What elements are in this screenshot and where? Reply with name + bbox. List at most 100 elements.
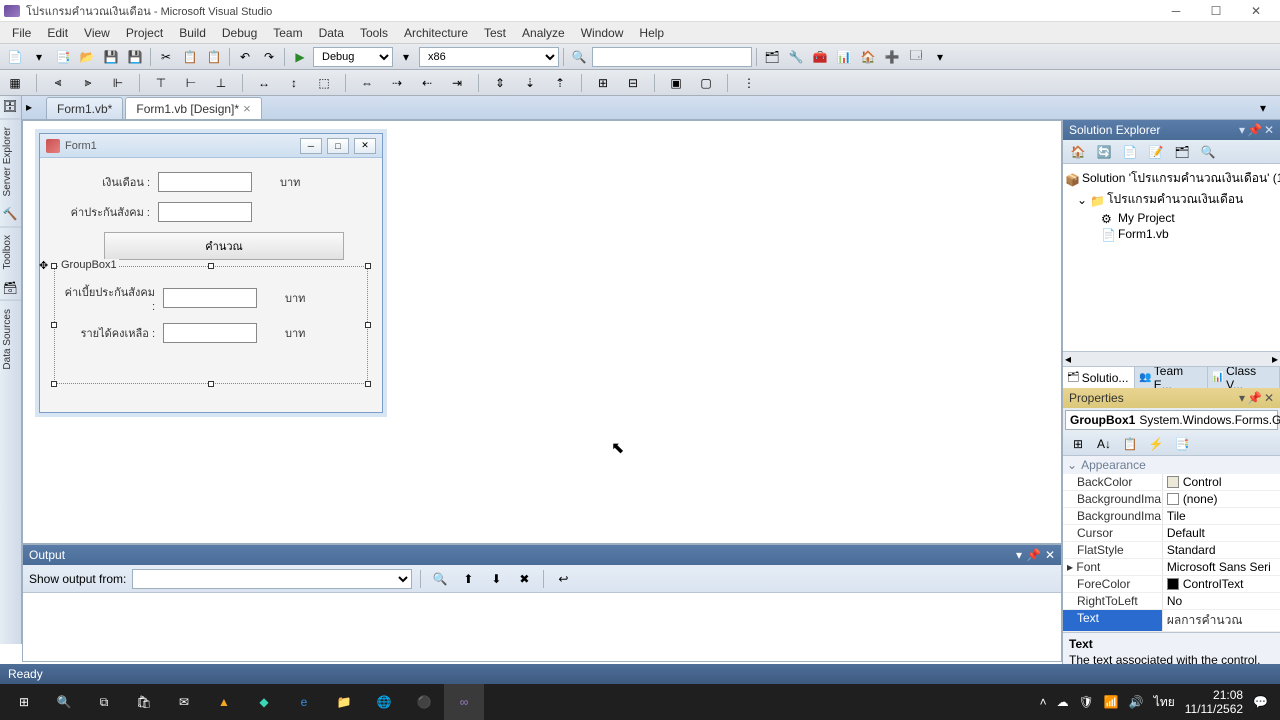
tray-onedrive-icon[interactable]: ☁ xyxy=(1057,695,1069,709)
prev-icon[interactable]: ⬆ xyxy=(457,568,479,590)
refresh-icon[interactable]: 📄 xyxy=(1119,141,1141,163)
store-icon[interactable]: 🛍 xyxy=(124,684,164,720)
show-all-icon[interactable]: 🔄 xyxy=(1093,141,1115,163)
dropdown-icon[interactable]: ▾ xyxy=(28,46,50,68)
vspace-equal-icon[interactable]: ⇕ xyxy=(489,72,511,94)
redo-icon[interactable]: ↷ xyxy=(258,46,280,68)
undo-icon[interactable]: ↶ xyxy=(234,46,256,68)
window-icon[interactable]: 🗔 xyxy=(905,46,927,68)
menu-window[interactable]: Window xyxy=(573,24,632,42)
same-width-icon[interactable]: ↔ xyxy=(253,72,275,94)
data-sources-icon[interactable]: 🗃 xyxy=(3,281,19,297)
tab-form-code[interactable]: Form1.vb* xyxy=(46,97,123,119)
textbox-salary[interactable] xyxy=(158,172,252,192)
menu-tools[interactable]: Tools xyxy=(352,24,396,42)
properties-object-selector[interactable]: GroupBox1 System.Windows.Forms.Gro ▾ xyxy=(1065,410,1278,430)
config-combo[interactable]: Debug xyxy=(313,47,393,67)
property-row[interactable]: CursorDefault xyxy=(1063,525,1280,542)
pin-icon[interactable]: 📌 xyxy=(1247,391,1262,405)
events-icon[interactable]: ⚡ xyxy=(1145,433,1167,455)
vs-icon[interactable]: ∞ xyxy=(444,684,484,720)
dropdown-icon[interactable]: ▾ xyxy=(1016,548,1022,562)
platform-combo[interactable]: x86 xyxy=(419,47,559,67)
close-panel-icon[interactable]: ✕ xyxy=(1045,548,1055,562)
task-view-icon[interactable]: ⧉ xyxy=(84,684,124,720)
dropdown-icon[interactable]: ▾ xyxy=(1239,391,1245,405)
properties-grid[interactable]: ⌄Appearance BackColorControl BackgroundI… xyxy=(1063,456,1280,632)
app-icon[interactable]: ▲ xyxy=(204,684,244,720)
textbox-net[interactable] xyxy=(163,323,257,343)
start-debug-icon[interactable]: ▶ xyxy=(289,46,311,68)
resize-handle[interactable] xyxy=(365,263,371,269)
textbox-premium[interactable] xyxy=(163,288,257,308)
property-row[interactable]: FlatStyleStandard xyxy=(1063,542,1280,559)
chrome-icon[interactable]: 🌐 xyxy=(364,684,404,720)
dropdown-icon[interactable]: ▾ xyxy=(395,46,417,68)
tray-network-icon[interactable]: 🛡 xyxy=(1079,695,1094,709)
property-row[interactable]: ForeColorControlText xyxy=(1063,576,1280,593)
form-close-icon[interactable]: ✕ xyxy=(354,138,376,154)
form-designer[interactable]: Form1 ─ □ ✕ เงินเดือน : บาท ค่าประกันสัง… xyxy=(22,120,1062,544)
close-panel-icon[interactable]: ✕ xyxy=(1264,391,1274,405)
view-designer-icon[interactable]: 🗂 xyxy=(1171,141,1193,163)
search-icon[interactable]: 🔍 xyxy=(44,684,84,720)
server-explorer-tab[interactable]: Server Explorer xyxy=(0,118,21,204)
toolbox-tab[interactable]: Toolbox xyxy=(0,226,21,277)
tray-lang[interactable]: ไทย xyxy=(1154,693,1175,712)
solution-explorer-icon[interactable]: 🗂 xyxy=(761,46,783,68)
align-center-icon[interactable]: ⫸ xyxy=(77,72,99,94)
hspace-remove-icon[interactable]: ⇥ xyxy=(446,72,468,94)
menu-file[interactable]: File xyxy=(4,24,39,42)
tree-project-node[interactable]: ⌄📁โปรแกรมคำนวณเงินเดือน xyxy=(1065,189,1278,210)
center-h-icon[interactable]: ⊞ xyxy=(592,72,614,94)
resize-handle[interactable] xyxy=(365,322,371,328)
app-icon[interactable]: ◆ xyxy=(244,684,284,720)
resize-handle[interactable] xyxy=(51,381,57,387)
new-project-icon[interactable]: 📄 xyxy=(4,46,26,68)
explorer-icon[interactable]: 📁 xyxy=(324,684,364,720)
find-icon[interactable]: 🔍 xyxy=(568,46,590,68)
clear-icon[interactable]: ✖ xyxy=(513,568,535,590)
more-icon[interactable]: ▾ xyxy=(929,46,951,68)
data-sources-tab[interactable]: Data Sources xyxy=(0,300,21,378)
tray-clock[interactable]: 21:08 11/11/2562 xyxy=(1185,688,1243,717)
resize-handle[interactable] xyxy=(208,381,214,387)
textbox-social[interactable] xyxy=(158,202,252,222)
property-row[interactable]: BackColorControl xyxy=(1063,474,1280,491)
start-page-icon[interactable]: 🏠 xyxy=(857,46,879,68)
categorized-icon[interactable]: ⊞ xyxy=(1067,433,1089,455)
designed-form[interactable]: Form1 ─ □ ✕ เงินเดือน : บาท ค่าประกันสัง… xyxy=(39,133,383,413)
object-browser-icon[interactable]: 📊 xyxy=(833,46,855,68)
menu-data[interactable]: Data xyxy=(311,24,352,42)
close-button[interactable]: ✕ xyxy=(1236,1,1276,21)
tree-myproject-node[interactable]: ⚙My Project xyxy=(1065,210,1278,226)
save-icon[interactable]: 💾 xyxy=(100,46,122,68)
alphabetical-icon[interactable]: A↓ xyxy=(1093,433,1115,455)
find-message-icon[interactable]: 🔍 xyxy=(429,568,451,590)
tree-solution-node[interactable]: 📦Solution 'โปรแกรมคำนวณเงินเดือน' (1 pro xyxy=(1065,168,1278,189)
toolbox-icon[interactable]: 🔨 xyxy=(3,207,19,223)
tab-form-design[interactable]: Form1.vb [Design]*× xyxy=(125,97,261,119)
server-explorer-icon[interactable]: 🗄 xyxy=(3,99,19,115)
property-category[interactable]: ⌄Appearance xyxy=(1063,456,1280,474)
cut-icon[interactable]: ✂ xyxy=(155,46,177,68)
view-diagram-icon[interactable]: 🔍 xyxy=(1197,141,1219,163)
open-icon[interactable]: 📂 xyxy=(76,46,98,68)
maximize-button[interactable]: ☐ xyxy=(1196,1,1236,21)
menu-test[interactable]: Test xyxy=(476,24,514,42)
solution-explorer-header[interactable]: Solution Explorer ▾📌✕ xyxy=(1063,120,1280,140)
bring-front-icon[interactable]: ▣ xyxy=(665,72,687,94)
menu-project[interactable]: Project xyxy=(118,24,171,42)
tray-wifi-icon[interactable]: 📶 xyxy=(1104,695,1119,709)
output-source-combo[interactable] xyxy=(132,569,412,589)
property-row[interactable]: BackgroundIma(none) xyxy=(1063,491,1280,508)
resize-handle[interactable] xyxy=(51,322,57,328)
expand-icon[interactable]: ▸ xyxy=(1067,560,1073,574)
output-header[interactable]: Output ▾📌✕ xyxy=(23,545,1061,565)
paste-icon[interactable]: 📋 xyxy=(203,46,225,68)
dropdown-icon[interactable]: ▾ xyxy=(1239,123,1245,137)
properties-icon[interactable]: 🔧 xyxy=(785,46,807,68)
copy-icon[interactable]: 📋 xyxy=(179,46,201,68)
properties-header[interactable]: Properties ▾📌✕ xyxy=(1063,388,1280,408)
align-middle-icon[interactable]: ⊢ xyxy=(180,72,202,94)
